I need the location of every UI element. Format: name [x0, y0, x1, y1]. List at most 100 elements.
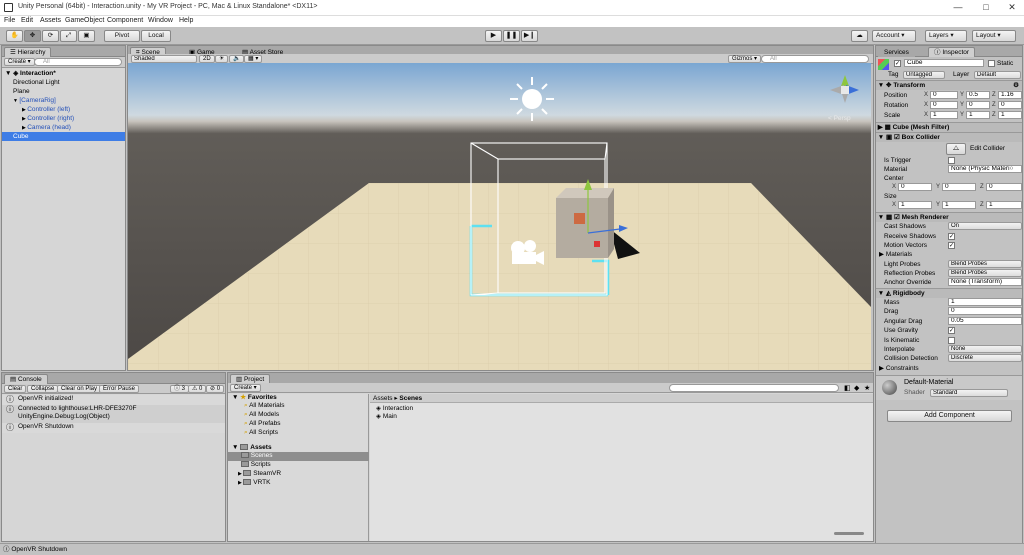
edit-collider-button[interactable]: ⧍: [946, 143, 966, 155]
hierarchy-item[interactable]: Cube: [2, 132, 125, 141]
scene-search-input[interactable]: All: [761, 55, 869, 63]
project-create-button[interactable]: Create ▾: [230, 384, 261, 392]
tab-console[interactable]: ▤ Console: [4, 374, 48, 384]
scale-x-field[interactable]: 1: [930, 111, 958, 119]
warning-count-toggle[interactable]: ⚠ 0: [188, 385, 207, 393]
favorites-row[interactable]: ▼ ★ Favorites: [228, 394, 368, 402]
layout-dropdown[interactable]: Layout ▾: [972, 30, 1016, 42]
scale-y-field[interactable]: 1: [966, 111, 990, 119]
position-z-field[interactable]: 1.16: [998, 91, 1022, 99]
menu-help[interactable]: Help: [179, 17, 193, 24]
console-message[interactable]: ⓘ Connected to lighthouse:LHR-DFE3270F Uni…: [2, 405, 225, 423]
motion-vectors-checkbox[interactable]: ✓: [948, 242, 955, 249]
hand-tool-icon[interactable]: ✋: [6, 30, 23, 42]
static-checkbox[interactable]: [988, 60, 995, 67]
scale-z-field[interactable]: 1: [998, 111, 1022, 119]
menu-gameobject[interactable]: GameObject: [65, 17, 104, 24]
receive-shadows-checkbox[interactable]: ✓: [948, 233, 955, 240]
rigidbody-header[interactable]: ▼ ◭ Rigidbody: [876, 288, 1022, 298]
tag-dropdown[interactable]: Untagged: [903, 71, 945, 79]
asset-folder-item[interactable]: Scripts: [228, 461, 369, 470]
rotation-y-field[interactable]: 0: [966, 101, 990, 109]
error-pause-button[interactable]: Error Pause: [99, 385, 140, 393]
clear-button[interactable]: Clear: [4, 385, 27, 393]
mode-2d-button[interactable]: 2D: [199, 55, 215, 63]
menu-window[interactable]: Window: [148, 17, 173, 24]
size-y-field[interactable]: 1: [942, 201, 976, 209]
menu-assets[interactable]: Assets: [40, 17, 61, 24]
size-z-field[interactable]: 1: [986, 201, 1022, 209]
menu-edit[interactable]: Edit: [21, 17, 33, 24]
project-search-input[interactable]: [669, 384, 839, 392]
step-button[interactable]: ▶❙: [521, 30, 538, 42]
hierarchy-create-button[interactable]: Create ▾: [4, 58, 35, 66]
layer-dropdown[interactable]: Default: [974, 71, 1021, 79]
constraints-row[interactable]: ▶ Constraints: [876, 364, 1022, 373]
rect-tool-icon[interactable]: ▣: [78, 30, 95, 42]
angular-drag-field[interactable]: 0.05: [948, 317, 1022, 325]
scene-viewport[interactable]: < Persp: [128, 63, 871, 370]
error-count-toggle[interactable]: ⊘ 0: [206, 385, 225, 393]
gizmos-dropdown[interactable]: Gizmos ▾: [728, 55, 762, 63]
console-message[interactable]: ⓘ OpenVR initialized!: [2, 395, 225, 405]
tab-inspector[interactable]: ⓘ Inspector: [928, 47, 976, 57]
file-item[interactable]: ◈ Interaction: [376, 405, 576, 413]
scale-tool-icon[interactable]: ⤢: [60, 30, 77, 42]
is-kinematic-checkbox[interactable]: [948, 337, 955, 344]
pivot-toggle[interactable]: Pivot: [104, 30, 140, 42]
position-y-field[interactable]: 0.5: [966, 91, 990, 99]
hierarchy-item[interactable]: ▼ [CameraRig]: [2, 96, 125, 105]
hierarchy-item[interactable]: ▶ Camera (head): [2, 123, 125, 132]
component-settings-icon[interactable]: ⚙: [1013, 81, 1019, 90]
cast-shadows-dropdown[interactable]: On: [948, 222, 1022, 230]
info-count-toggle[interactable]: ⓘ 3: [170, 385, 190, 393]
tab-hierarchy[interactable]: ☰ Hierarchy: [4, 47, 52, 57]
center-x-field[interactable]: 0: [898, 183, 932, 191]
scene-root-row[interactable]: ▼ ◈ Interaction*: [2, 69, 125, 78]
rotate-tool-icon[interactable]: ⟳: [42, 30, 59, 42]
console-message[interactable]: ⓘ OpenVR Shutdown: [2, 423, 225, 433]
play-button[interactable]: ▶: [485, 30, 502, 42]
collision-detection-dropdown[interactable]: Discrete: [948, 354, 1022, 362]
file-item[interactable]: ◈ Main: [376, 413, 576, 421]
asset-folder-item[interactable]: ▶ VRTK: [228, 479, 369, 488]
favorite-item[interactable]: ⌕ All Prefabs: [228, 420, 369, 428]
shader-dropdown[interactable]: Standard: [930, 389, 1008, 397]
reflection-probes-dropdown[interactable]: Blend Probes: [948, 269, 1022, 277]
menu-file[interactable]: File: [4, 17, 15, 24]
audio-toggle-icon[interactable]: 🔈: [229, 55, 245, 63]
hierarchy-search-input[interactable]: All: [34, 58, 122, 66]
center-z-field[interactable]: 0: [986, 183, 1022, 191]
position-x-field[interactable]: 0: [930, 91, 958, 99]
zoom-slider[interactable]: [834, 532, 864, 535]
rotation-x-field[interactable]: 0: [930, 101, 958, 109]
minimize-button[interactable]: —: [952, 2, 964, 13]
use-gravity-checkbox[interactable]: ✓: [948, 327, 955, 334]
hierarchy-item[interactable]: Directional Light: [2, 78, 125, 87]
favorites-star-icon[interactable]: ★: [864, 384, 870, 392]
center-y-field[interactable]: 0: [942, 183, 976, 191]
asset-folder-item[interactable]: Scenes: [228, 452, 369, 461]
lighting-toggle-icon[interactable]: ☀: [215, 55, 229, 63]
hierarchy-item[interactable]: Plane: [2, 87, 125, 96]
breadcrumb-scenes[interactable]: Scenes: [399, 395, 422, 402]
asset-folder-item[interactable]: ▶ SteamVR: [228, 470, 369, 479]
hierarchy-item[interactable]: ▶ Controller (right): [2, 114, 125, 123]
anchor-override-field[interactable]: None (Transform): [948, 278, 1022, 286]
light-probes-dropdown[interactable]: Blend Probes: [948, 260, 1022, 268]
layers-dropdown[interactable]: Layers ▾: [925, 30, 967, 42]
filter-by-label-icon[interactable]: ◆: [854, 384, 859, 392]
favorite-item[interactable]: ⌕ All Models: [228, 411, 369, 419]
move-tool-icon[interactable]: ✥: [24, 30, 41, 42]
transform-header[interactable]: ▼ ✥ Transform ⚙: [876, 80, 1022, 90]
perspective-label[interactable]: < Persp: [828, 115, 851, 122]
shading-mode-dropdown[interactable]: Shaded: [131, 55, 197, 63]
is-trigger-checkbox[interactable]: [948, 157, 955, 164]
object-name-field[interactable]: Cube: [904, 59, 984, 67]
drag-field[interactable]: 0: [948, 307, 1022, 315]
favorite-item[interactable]: ⌕ All Materials: [228, 402, 369, 410]
breadcrumb-assets[interactable]: Assets: [373, 395, 393, 402]
favorite-item[interactable]: ⌕ All Scripts: [228, 429, 369, 437]
tab-services[interactable]: Services: [878, 47, 915, 57]
cloud-icon[interactable]: ☁: [851, 30, 868, 42]
